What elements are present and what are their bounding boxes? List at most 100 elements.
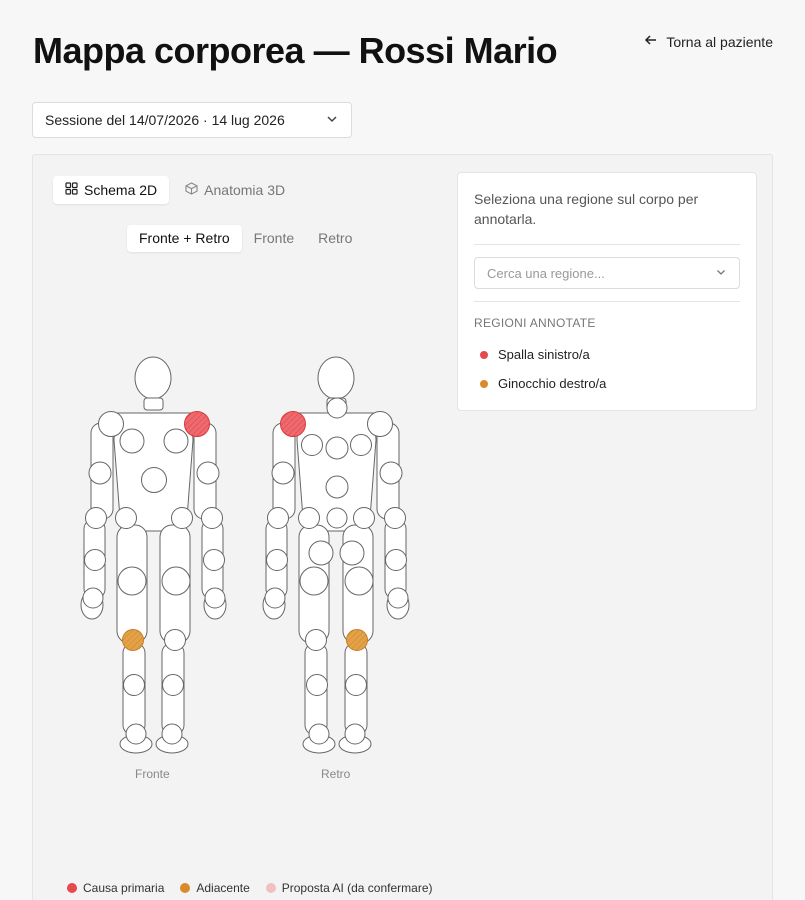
front-ankle-right[interactable] <box>125 723 147 745</box>
back-elbow-right[interactable] <box>384 507 406 529</box>
region-info-panel: Seleziona una regione sul corpo per anno… <box>457 172 757 411</box>
annotated-region-item[interactable]: Ginocchio destro/a <box>474 369 740 398</box>
front-shoulder-left-primary[interactable] <box>184 411 210 437</box>
tab-retro[interactable]: Retro <box>306 225 364 252</box>
front-head[interactable] <box>134 356 172 400</box>
back-calf-left[interactable] <box>306 674 328 696</box>
primary-dot-icon <box>480 350 488 359</box>
front-neck[interactable] <box>143 397 164 411</box>
front-arm-mid-left[interactable] <box>196 461 220 485</box>
tab-fronte[interactable]: Fronte <box>242 225 306 252</box>
adjacent-dot-icon <box>180 883 191 893</box>
annotated-regions-title: REGIONI ANNOTATE <box>474 316 596 330</box>
body-map-panel: Schema 2D Anatomia 3D Fronte + Retro Fro… <box>32 154 773 900</box>
back-sacrum[interactable] <box>326 507 348 529</box>
arrow-left-icon <box>644 33 658 50</box>
front-abdomen[interactable] <box>141 467 167 493</box>
select-region-hint: Seleziona una regione sul corpo per anno… <box>474 189 740 245</box>
tab-anatomia-3d[interactable]: Anatomia 3D <box>173 176 297 204</box>
back-scapula-left[interactable] <box>301 434 323 456</box>
back-ankle-right[interactable] <box>344 723 366 745</box>
legend-label: Causa primaria <box>83 881 165 895</box>
front-chest-right[interactable] <box>119 428 145 454</box>
grid-icon <box>65 182 78 198</box>
back-hip-left[interactable] <box>298 507 320 529</box>
primary-dot-icon <box>67 883 77 893</box>
back-glute-right[interactable] <box>339 540 365 566</box>
legend-label: Adiacente <box>196 881 250 895</box>
back-shoulder-right[interactable] <box>367 411 393 437</box>
legend-item-ai-proposal: Proposta AI (da confermare) <box>265 881 433 895</box>
divider <box>474 301 740 302</box>
tab-fronte-retro[interactable]: Fronte + Retro <box>127 225 242 252</box>
front-wrist-right[interactable] <box>82 587 104 609</box>
back-thigh-mid-right[interactable] <box>344 566 374 596</box>
back-scapula-right[interactable] <box>350 434 372 456</box>
front-forearm-mid-left[interactable] <box>203 549 225 571</box>
front-thigh-mid-left[interactable] <box>161 566 191 596</box>
tab-anatomia-3d-label: Anatomia 3D <box>204 182 286 198</box>
region-search-select[interactable]: Cerca una regione... <box>474 257 740 289</box>
annotated-region-label: Ginocchio destro/a <box>498 376 607 391</box>
front-forearm-mid-right[interactable] <box>84 549 106 571</box>
front-knee-right-adjacent[interactable] <box>122 629 144 651</box>
front-thigh-mid-right[interactable] <box>117 566 147 596</box>
front-knee-left[interactable] <box>164 629 186 651</box>
back-arm-mid-left[interactable] <box>271 461 295 485</box>
back-shoulder-left-primary[interactable] <box>280 411 306 437</box>
front-chest-left[interactable] <box>163 428 189 454</box>
front-figure <box>80 356 227 754</box>
front-hip-right[interactable] <box>115 507 137 529</box>
front-elbow-right[interactable] <box>85 507 107 529</box>
front-shoulder-right[interactable] <box>98 411 124 437</box>
side-tabs: Fronte + Retro Fronte Retro <box>127 225 364 252</box>
page-title: Mappa corporea — Rossi Mario <box>33 30 558 71</box>
session-select[interactable]: Sessione del 14/07/2026 · 14 lug 2026 <box>32 102 352 138</box>
front-elbow-left[interactable] <box>201 507 223 529</box>
back-forearm-mid-left[interactable] <box>266 549 288 571</box>
front-arm-mid-right[interactable] <box>88 461 112 485</box>
chevron-down-icon <box>715 266 727 281</box>
tab-schema-2d[interactable]: Schema 2D <box>53 176 170 204</box>
back-hip-right[interactable] <box>353 507 375 529</box>
legend-item-primary: Causa primaria <box>67 881 164 895</box>
front-ankle-left[interactable] <box>161 723 183 745</box>
back-wrist-left[interactable] <box>264 587 286 609</box>
back-arm-mid-right[interactable] <box>379 461 403 485</box>
back-calf-right[interactable] <box>345 674 367 696</box>
session-select-value: Sessione del 14/07/2026 · 14 lug 2026 <box>45 112 285 128</box>
back-lower-back[interactable] <box>325 475 349 499</box>
back-knee-right-adjacent[interactable] <box>346 629 368 651</box>
back-neck-joint[interactable] <box>326 397 348 419</box>
front-shin-mid-right[interactable] <box>123 674 145 696</box>
back-elbow-left[interactable] <box>267 507 289 529</box>
back-ankle-left[interactable] <box>308 723 330 745</box>
back-head[interactable] <box>317 356 355 400</box>
back-link-label: Torna al paziente <box>666 33 773 50</box>
back-figure-label: Retro <box>321 767 351 781</box>
back-figure <box>262 356 410 754</box>
annotated-regions-list: Spalla sinistro/a Ginocchio destro/a <box>474 340 740 398</box>
region-search-placeholder: Cerca una regione... <box>487 265 605 281</box>
back-forearm-mid-right[interactable] <box>385 549 407 571</box>
adjacent-dot-icon <box>480 379 488 388</box>
legend-item-adjacent: Adiacente <box>180 881 250 895</box>
legend: Causa primaria Adiacente Proposta AI (da… <box>67 881 433 895</box>
back-to-patient-link[interactable]: Torna al paziente <box>644 33 773 50</box>
tab-schema-2d-label: Schema 2D <box>84 182 158 198</box>
legend-label: Proposta AI (da confermare) <box>281 881 433 895</box>
back-thigh-mid-left[interactable] <box>299 566 329 596</box>
view-tabs: Schema 2D Anatomia 3D <box>53 176 297 204</box>
front-wrist-left[interactable] <box>204 587 226 609</box>
back-upper-back[interactable] <box>325 436 349 460</box>
front-figure-label: Fronte <box>135 767 170 781</box>
back-knee-left[interactable] <box>305 629 327 651</box>
body-map-svg <box>80 356 410 754</box>
annotated-region-label: Spalla sinistro/a <box>498 347 590 362</box>
chevron-down-icon <box>325 112 339 129</box>
annotated-region-item[interactable]: Spalla sinistro/a <box>474 340 740 369</box>
back-glute-left[interactable] <box>308 540 334 566</box>
back-wrist-right[interactable] <box>387 587 409 609</box>
front-hip-left[interactable] <box>171 507 193 529</box>
front-shin-mid-left[interactable] <box>162 674 184 696</box>
